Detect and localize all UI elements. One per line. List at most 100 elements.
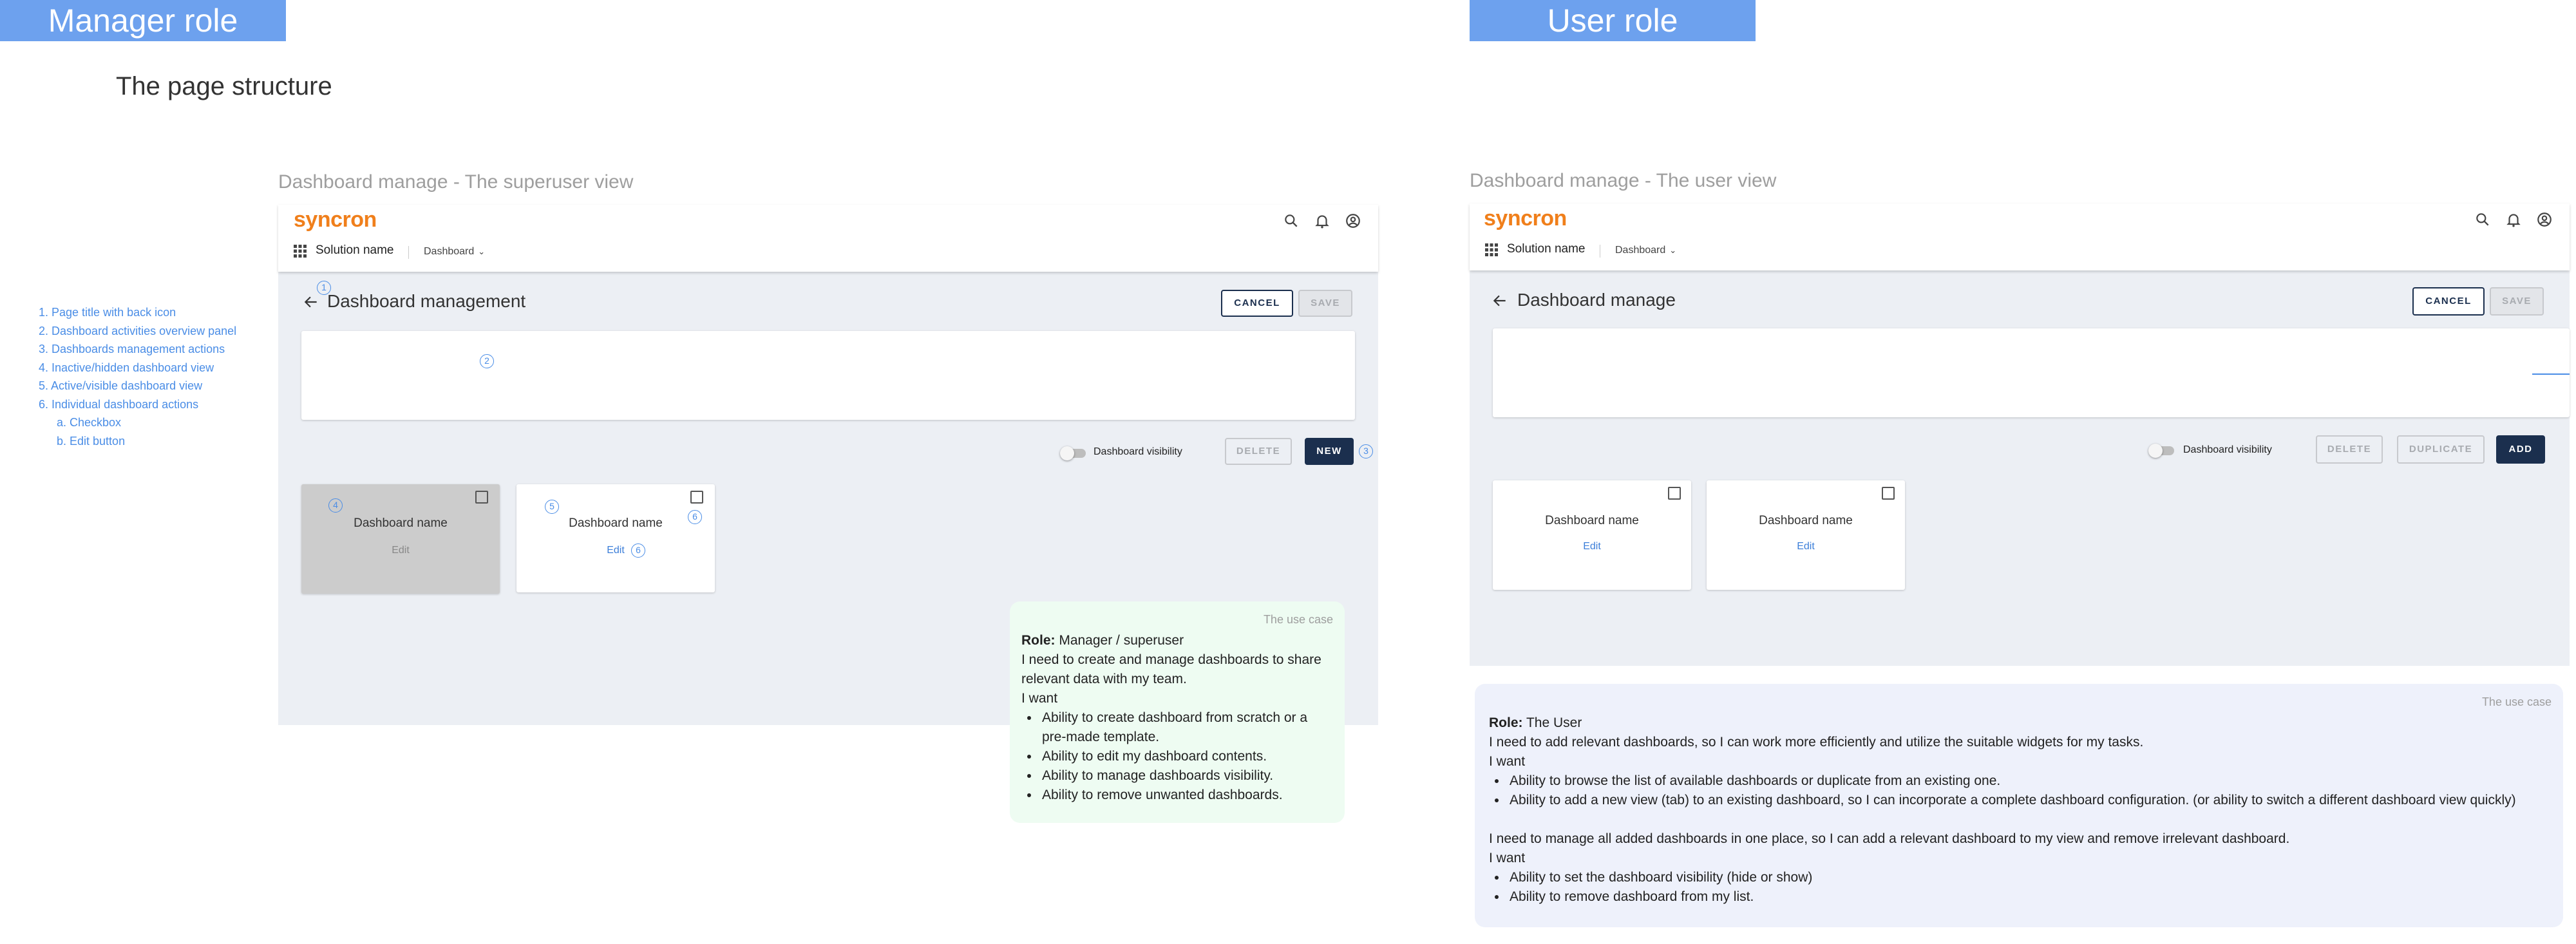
usecase-bullets: Ability to create dashboard from scratch… <box>1021 708 1333 805</box>
cancel-button[interactable]: CANCEL <box>2412 287 2485 316</box>
usecase-want: I want <box>1489 754 1526 769</box>
legend-item: 5. Active/visible dashboard view <box>39 379 203 392</box>
solution-name: Solution name <box>1507 242 1586 256</box>
dashboard-checkbox[interactable] <box>475 491 488 504</box>
annotation-badge: 6 <box>688 510 702 524</box>
usecase-need: I need to add relevant dashboards, so I … <box>1489 735 2144 750</box>
page-title: Dashboard management <box>327 291 526 311</box>
visibility-toggle[interactable] <box>2148 443 2174 458</box>
usecase-need: I need to create and manage dashboards t… <box>1021 652 1321 686</box>
account-icon[interactable] <box>1345 212 1361 232</box>
dashboard-checkbox[interactable] <box>690 491 703 504</box>
manager-usecase-card: The use case Role: Manager / superuser I… <box>1010 601 1345 823</box>
dashboard-name: Dashboard name <box>1545 514 1639 527</box>
visibility-toggle[interactable] <box>1060 446 1086 461</box>
add-button[interactable]: ADD <box>2496 435 2545 464</box>
delete-button[interactable]: DELETE <box>2316 435 2383 464</box>
visible-dashboard-card[interactable]: Dashboard name Edit <box>516 484 715 592</box>
dashboard-card[interactable]: Dashboard name Edit <box>1707 480 1905 590</box>
role-value: Manager / superuser <box>1055 633 1184 648</box>
annotation-connector-line <box>2532 373 2570 375</box>
usecase-bullet: Ability to add a new view (tab) to an ex… <box>1507 791 2552 810</box>
usecase-bullet: Ability to browse the list of available … <box>1507 771 2552 791</box>
dashboard-nav-label: Dashboard <box>424 246 475 257</box>
dashboard-name: Dashboard name <box>1759 514 1853 527</box>
usecase-bullet: Ability to create dashboard from scratch… <box>1039 708 1333 747</box>
dashboard-checkbox[interactable] <box>1668 487 1681 500</box>
manager-role-tag: Manager role <box>0 0 286 41</box>
user-app-frame <box>1470 203 2570 666</box>
visibility-label: Dashboard visibility <box>2183 444 2272 455</box>
usecase-bullet: Ability to manage dashboards visibility. <box>1039 766 1333 786</box>
usecase-label: The use case <box>1263 613 1333 626</box>
save-button[interactable]: SAVE <box>2490 287 2544 316</box>
annotation-badge: 5 <box>545 500 559 514</box>
bell-icon[interactable] <box>1314 212 1331 232</box>
legend-item: 4. Inactive/hidden dashboard view <box>39 361 214 374</box>
visibility-label: Dashboard visibility <box>1094 446 1182 457</box>
usecase-role: Role: The User <box>1489 713 2552 733</box>
usecase-bullet: Ability to remove unwanted dashboards. <box>1039 786 1333 805</box>
edit-link[interactable]: Edit <box>301 545 500 556</box>
legend-item: 1. Page title with back icon <box>39 306 176 319</box>
cancel-button[interactable]: CANCEL <box>1221 290 1293 317</box>
syncron-logo: syncron <box>1484 206 1567 231</box>
user-view-title: Dashboard manage - The user view <box>1470 170 1777 191</box>
search-icon[interactable] <box>1283 212 1300 232</box>
dashboard-card[interactable]: Dashboard name Edit <box>1493 480 1691 590</box>
superuser-view-title: Dashboard manage - The superuser view <box>278 171 634 193</box>
save-button[interactable]: SAVE <box>1298 290 1352 317</box>
usecase-want: I want <box>1489 851 1526 865</box>
account-icon[interactable] <box>2536 211 2553 231</box>
dashboard-name: Dashboard name <box>354 516 448 530</box>
page-title: Dashboard manage <box>1517 290 1676 310</box>
edit-link[interactable]: Edit <box>516 545 715 556</box>
app-header: syncron Solution name Dashboard ⌄ <box>278 205 1378 272</box>
usecase-bullets: Ability to set the dashboard visibility … <box>1489 868 2552 907</box>
search-icon[interactable] <box>2474 211 2491 231</box>
role-label: Role: <box>1021 633 1056 648</box>
back-arrow-icon[interactable] <box>1492 292 1508 312</box>
legend-subitem: b. Edit button <box>57 434 126 448</box>
bell-icon[interactable] <box>2505 211 2522 231</box>
toggle-thumb <box>1060 446 1074 460</box>
usecase-role: Role: Manager / superuser <box>1021 631 1333 650</box>
usecase-bullet: Ability to edit my dashboard contents. <box>1039 747 1333 766</box>
dashboard-nav-dropdown[interactable]: Dashboard ⌄ <box>1615 245 1676 256</box>
new-button[interactable]: NEW <box>1305 438 1354 465</box>
apps-grid-icon[interactable] <box>292 243 308 262</box>
legend-item: 3. Dashboards management actions <box>39 343 225 355</box>
chevron-down-icon: ⌄ <box>478 247 486 256</box>
annotation-badge: 4 <box>328 498 343 513</box>
usecase-bullet: Ability to remove dashboard from my list… <box>1507 887 2552 907</box>
activities-overview-panel <box>1493 328 2570 417</box>
dashboard-checkbox[interactable] <box>1882 487 1895 500</box>
edit-link[interactable]: Edit <box>1707 541 1905 552</box>
user-usecase-card: The use case Role: The User I need to ad… <box>1475 684 2563 927</box>
header-divider <box>408 246 409 259</box>
edit-link[interactable]: Edit <box>1493 541 1691 552</box>
legend-subitem: a. Checkbox <box>57 416 122 429</box>
dashboard-name: Dashboard name <box>569 516 663 530</box>
usecase-bullets: Ability to browse the list of available … <box>1489 771 2552 810</box>
usecase-bullet: Ability to set the dashboard visibility … <box>1507 868 2552 887</box>
chevron-down-icon: ⌄ <box>1669 245 1677 255</box>
role-value: The User <box>1522 715 1582 730</box>
syncron-logo: syncron <box>294 207 377 232</box>
delete-button[interactable]: DELETE <box>1225 438 1292 465</box>
page-structure-heading: The page structure <box>116 72 332 100</box>
solution-name: Solution name <box>316 243 394 257</box>
legend-item: 2. Dashboard activities overview panel <box>39 324 237 337</box>
annotation-badge: 2 <box>480 354 494 368</box>
back-arrow-icon[interactable] <box>303 294 319 314</box>
dashboard-nav-dropdown[interactable]: Dashboard ⌄ <box>424 246 485 258</box>
duplicate-button[interactable]: DUPLICATE <box>2397 435 2485 464</box>
structure-legend: 1. Page title with back icon 2. Dashboar… <box>39 303 283 450</box>
dashboard-nav-label: Dashboard <box>1615 245 1666 256</box>
annotation-badge: 1 <box>317 281 331 295</box>
app-header: syncron Solution name Dashboard ⌄ <box>1470 203 2570 270</box>
apps-grid-icon[interactable] <box>1484 242 1499 261</box>
annotation-badge: 3 <box>1359 444 1373 458</box>
annotation-badge: 6 <box>631 543 645 558</box>
